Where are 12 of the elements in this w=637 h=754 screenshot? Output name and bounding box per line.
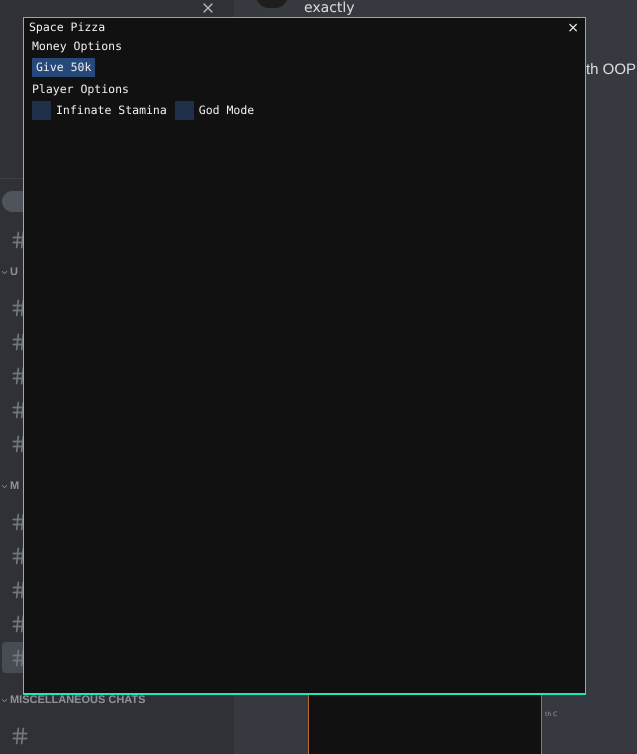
hash-icon	[10, 726, 30, 746]
give-money-button[interactable]: Give 50k	[32, 58, 96, 77]
window-title: Space Pizza	[29, 19, 106, 36]
checkbox[interactable]	[174, 101, 194, 120]
section-heading: Money Options	[32, 38, 124, 54]
close-button[interactable]: ×	[567, 18, 579, 38]
message-text: exactly	[304, 0, 355, 18]
checkbox-label: Infinate Stamina	[56, 102, 167, 119]
message-text: th OOP	[586, 60, 636, 80]
section-heading: Player Options	[32, 81, 130, 97]
checkbox-label: God Mode	[198, 102, 254, 119]
checkbox[interactable]	[32, 101, 51, 120]
